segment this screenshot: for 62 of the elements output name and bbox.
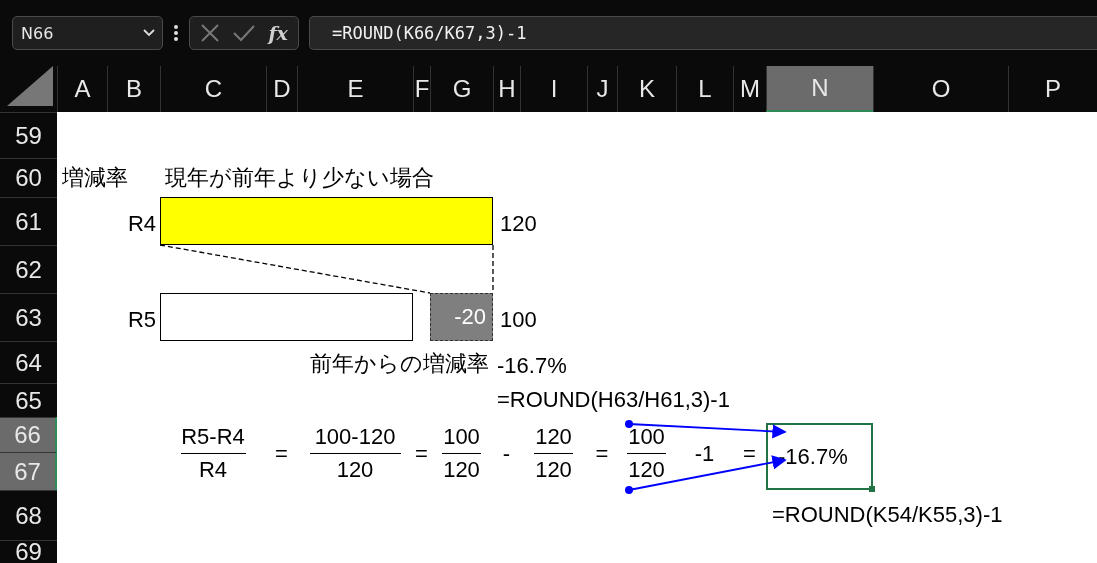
name-box[interactable]: N66 <box>12 16 163 50</box>
column-header[interactable]: P <box>1008 66 1097 112</box>
column-header[interactable]: I <box>520 66 587 112</box>
operator-text: -1 <box>694 440 715 467</box>
row-header[interactable]: 69 <box>0 540 57 563</box>
column-header[interactable]: L <box>676 66 733 112</box>
insert-function-button[interactable]: fx <box>268 22 288 44</box>
check-icon[interactable] <box>232 24 257 42</box>
heading-caption: 現年が前年より少ない場合 <box>164 164 434 192</box>
row-header[interactable]: 59 <box>0 112 57 158</box>
column-header[interactable]: J <box>587 66 617 112</box>
difference-shape: -20 <box>430 293 493 341</box>
more-icon[interactable] <box>173 24 179 42</box>
row-header[interactable]: 67 <box>0 452 57 490</box>
column-header[interactable]: H <box>493 66 520 112</box>
column-header[interactable]: G <box>430 66 493 112</box>
row-header[interactable]: 61 <box>0 197 57 245</box>
numerator-text: 100-120 <box>314 424 396 450</box>
operator-text: - <box>502 440 511 467</box>
column-header[interactable]: O <box>873 66 1008 112</box>
numerator-text: R5-R4 <box>181 424 245 450</box>
formula-note: =ROUND(H63/H61,3)-1 <box>496 386 730 414</box>
column-header[interactable]: E <box>297 66 413 112</box>
column-header[interactable]: M <box>733 66 766 112</box>
denominator-text: 120 <box>628 457 665 483</box>
change-value: -16.7% <box>496 352 567 380</box>
row-header[interactable]: 63 <box>0 293 57 341</box>
bar-value: 120 <box>499 210 537 238</box>
row-header[interactable]: 66 <box>0 417 57 452</box>
denominator-text: 120 <box>336 457 374 483</box>
formula-field[interactable]: =ROUND(K66/K67,3)-1 <box>309 16 1097 50</box>
denominator-text: R4 <box>198 457 228 483</box>
operator-text: = <box>415 440 428 467</box>
row-header[interactable]: 60 <box>0 158 57 197</box>
column-header[interactable]: C <box>160 66 266 112</box>
numerator-text: 120 <box>535 424 572 450</box>
row-header[interactable]: 62 <box>0 245 57 293</box>
operator-text: = <box>743 440 756 467</box>
column-header[interactable]: N <box>766 66 873 112</box>
formula-note: =ROUND(K54/K55,3)-1 <box>771 501 1003 529</box>
column-header[interactable]: B <box>107 66 160 112</box>
denominator-text: 120 <box>443 457 480 483</box>
bar-value: 100 <box>499 306 537 334</box>
heading-label: 増減率 <box>61 164 128 192</box>
bar-label: R5 <box>127 306 157 334</box>
operator-text: = <box>595 440 609 467</box>
row-header[interactable]: 65 <box>0 383 57 417</box>
chevron-down-icon <box>142 28 156 38</box>
change-label: 前年からの増減率 <box>310 350 490 378</box>
operator-text: = <box>275 440 288 467</box>
bar-label: R4 <box>127 210 157 238</box>
numerator-text: 100 <box>628 424 665 450</box>
result-cell[interactable]: -16.7% <box>766 423 873 490</box>
column-header[interactable]: A <box>57 66 107 112</box>
column-header[interactable]: D <box>266 66 297 112</box>
row-header[interactable]: 68 <box>0 490 57 540</box>
column-header[interactable]: F <box>413 66 430 112</box>
denominator-text: 120 <box>535 457 572 483</box>
column-header[interactable]: K <box>617 66 676 112</box>
cancel-icon[interactable] <box>200 23 221 43</box>
numerator-text: 100 <box>443 424 480 450</box>
row-header[interactable]: 64 <box>0 341 57 383</box>
